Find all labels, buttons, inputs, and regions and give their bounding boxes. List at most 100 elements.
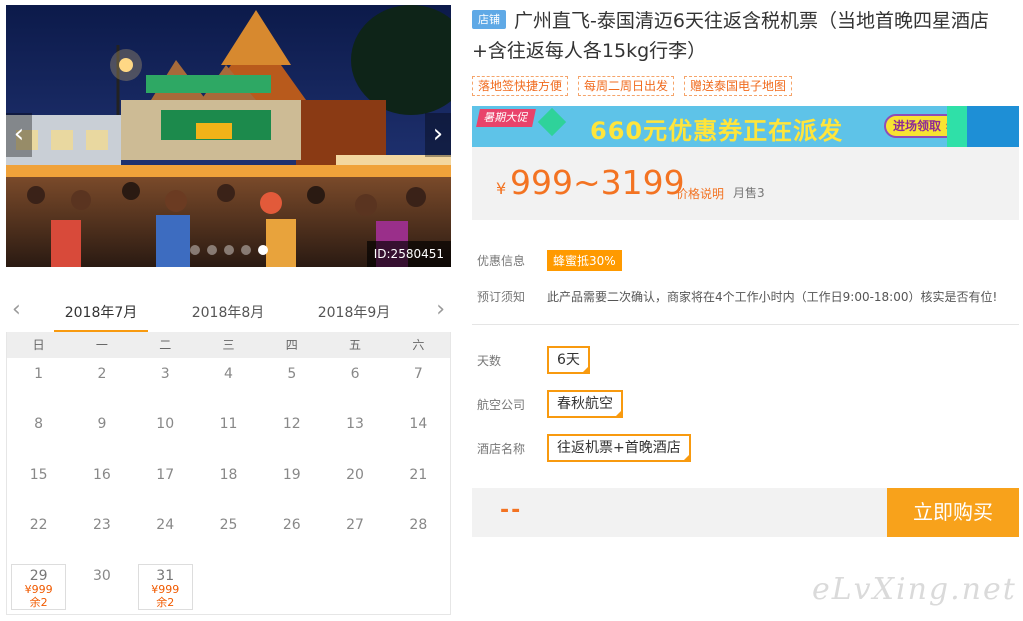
feature-tag: 赠送泰国电子地图 — [684, 76, 793, 96]
price-range: 999~3199 — [510, 163, 685, 202]
calendar-day: 10 — [156, 416, 175, 433]
calendar-day: 16 — [93, 466, 111, 483]
gallery-dots — [190, 245, 268, 255]
calendar-day: 23 — [93, 517, 111, 534]
banner-decoration — [967, 106, 1019, 147]
calendar-day: 17 — [156, 466, 175, 483]
calendar-day: 26 — [282, 517, 301, 534]
calendar-day: 5 — [287, 366, 297, 382]
weekday-label: 三 — [222, 338, 235, 352]
month-tab-august[interactable]: 2018年8月 — [181, 302, 275, 330]
shop-tag-badge: 店铺 — [472, 10, 506, 29]
day-price: ¥999 — [24, 582, 53, 596]
feature-tag: 落地签快捷方便 — [472, 76, 569, 96]
weekday-header: 日 一 二 三 四 五 六 — [7, 332, 450, 358]
calendar-day: 30 — [93, 567, 111, 584]
calendar-day: 27 — [346, 517, 364, 534]
calendar-day: 9 — [97, 416, 107, 433]
hotel-option-row: 酒店名称 往返机票+首晚酒店 — [477, 434, 691, 462]
hotel-label: 酒店名称 — [477, 441, 526, 456]
calendar-prev-arrow-icon[interactable]: ‹ — [12, 298, 21, 322]
currency-symbol: ¥ — [496, 179, 507, 198]
weekday-label: 四 — [285, 338, 298, 352]
banner-decoration — [537, 107, 567, 137]
product-title-row: 店铺 广州直飞-泰国清迈6天往返含税机票（当地首晚四星酒店+含往返每人各15kg行… — [472, 6, 1020, 66]
gallery-dot[interactable] — [207, 245, 217, 255]
gallery-dot[interactable] — [224, 245, 234, 255]
price-box: ¥ 999~3199 价格说明 月售3 — [472, 147, 1019, 220]
calendar-day: 13 — [346, 416, 364, 433]
calendar-day: 12 — [282, 416, 301, 433]
gallery-next-button[interactable]: › — [425, 113, 451, 157]
calendar-day: 2 — [97, 366, 107, 382]
photo-id-label: ID:2580451 — [366, 241, 451, 267]
promo-text: 660元优惠券正在派发 — [590, 117, 844, 145]
promo-label: 暑期大促 — [476, 109, 536, 127]
day-number: 31 — [156, 567, 175, 584]
calendar-day-available[interactable]: 29 ¥999 余2 — [11, 563, 67, 610]
day-price: ¥999 — [151, 582, 180, 596]
weekday-label: 六 — [412, 338, 425, 352]
price-explain-link[interactable]: 价格说明 — [676, 185, 724, 202]
notice-text: 此产品需要二次确认，商家将在4个工作小时内（工作日9:00-18:00）核实是否… — [547, 290, 998, 304]
weekday-label: 五 — [349, 338, 362, 352]
weekday-label: 一 — [95, 338, 108, 352]
calendar-day: 25 — [219, 517, 238, 534]
days-option-row: 天数 6天 — [477, 346, 590, 374]
divider — [472, 324, 1019, 325]
night-market-photo — [6, 5, 451, 267]
month-tab-september[interactable]: 2018年9月 — [307, 302, 401, 330]
calendar-next-arrow-icon[interactable]: › — [436, 298, 445, 322]
calendar-day: 14 — [409, 416, 428, 433]
calendar-month-tabs: ‹ 2018年7月 2018年8月 2018年9月 › — [6, 292, 451, 333]
month-tab-july[interactable]: 2018年7月 — [54, 302, 148, 333]
banner-decoration — [947, 106, 967, 147]
day-remaining: 余2 — [156, 595, 175, 609]
discount-info-row: 优惠信息 蜂蜜抵30% — [477, 250, 622, 271]
weekday-label: 二 — [159, 338, 172, 352]
photo-gallery: ‹ › ID:2580451 — [6, 5, 451, 267]
booking-notice-row: 预订须知 此产品需要二次确认，商家将在4个工作小时内（工作日9:00-18:00）… — [477, 288, 997, 305]
calendar-day: 18 — [219, 466, 238, 483]
calendar-day: 8 — [34, 416, 44, 433]
buy-now-button[interactable]: 立即购买 — [887, 488, 1019, 537]
calendar-day: 15 — [29, 466, 48, 483]
monthly-sales: 月售3 — [733, 186, 765, 200]
day-remaining: 余2 — [29, 595, 48, 609]
gallery-dot-active[interactable] — [258, 245, 268, 255]
discount-label: 优惠信息 — [477, 254, 526, 268]
calendar-day-available[interactable]: 31 ¥999 余2 — [137, 563, 193, 610]
site-watermark: eLvXing.net — [812, 572, 1017, 607]
airline-label: 航空公司 — [477, 397, 526, 412]
promo-banner[interactable]: 暑期大促 660元优惠券正在派发 进场领取 » — [472, 106, 1019, 147]
product-title: 广州直飞-泰国清迈6天往返含税机票（当地首晚四星酒店+含往返每人各15kg行李） — [472, 10, 989, 62]
airline-option-selected[interactable]: 春秋航空 — [547, 390, 623, 418]
feature-tags: 落地签快捷方便 每周二周日出发 赠送泰国电子地图 — [472, 76, 793, 96]
calendar-day: 21 — [409, 466, 428, 483]
days-option-selected[interactable]: 6天 — [547, 346, 590, 374]
weekday-label: 日 — [32, 338, 45, 352]
calendar-day: 11 — [219, 416, 238, 433]
day-number: 29 — [29, 567, 48, 584]
calendar-days: 1 2 3 4 5 6 7 8 9 10 11 12 13 14 15 16 1… — [7, 358, 450, 610]
notice-label: 预订须知 — [477, 290, 526, 304]
departure-calendar: 日 一 二 三 四 五 六 1 2 3 4 5 6 7 8 9 10 11 12… — [6, 332, 451, 615]
days-label: 天数 — [477, 353, 502, 368]
gallery-prev-button[interactable]: ‹ — [6, 113, 32, 157]
calendar-day: 24 — [156, 517, 175, 534]
calendar-day: 7 — [413, 366, 423, 382]
calendar-day: 22 — [29, 517, 48, 534]
airline-option-row: 航空公司 春秋航空 — [477, 390, 623, 418]
gallery-dot[interactable] — [241, 245, 251, 255]
calendar-day: 4 — [224, 366, 233, 382]
calendar-day: 19 — [282, 466, 301, 483]
buy-bar: -- 立即购买 — [472, 488, 1019, 537]
calendar-day: 28 — [409, 517, 428, 534]
calendar-day: 6 — [350, 366, 360, 382]
gallery-dot[interactable] — [190, 245, 200, 255]
hotel-option-selected[interactable]: 往返机票+首晚酒店 — [547, 434, 691, 462]
calendar-day: 1 — [34, 366, 44, 382]
total-price: -- — [500, 498, 523, 523]
discount-badge: 蜂蜜抵30% — [547, 250, 622, 271]
feature-tag: 每周二周日出发 — [578, 76, 675, 96]
